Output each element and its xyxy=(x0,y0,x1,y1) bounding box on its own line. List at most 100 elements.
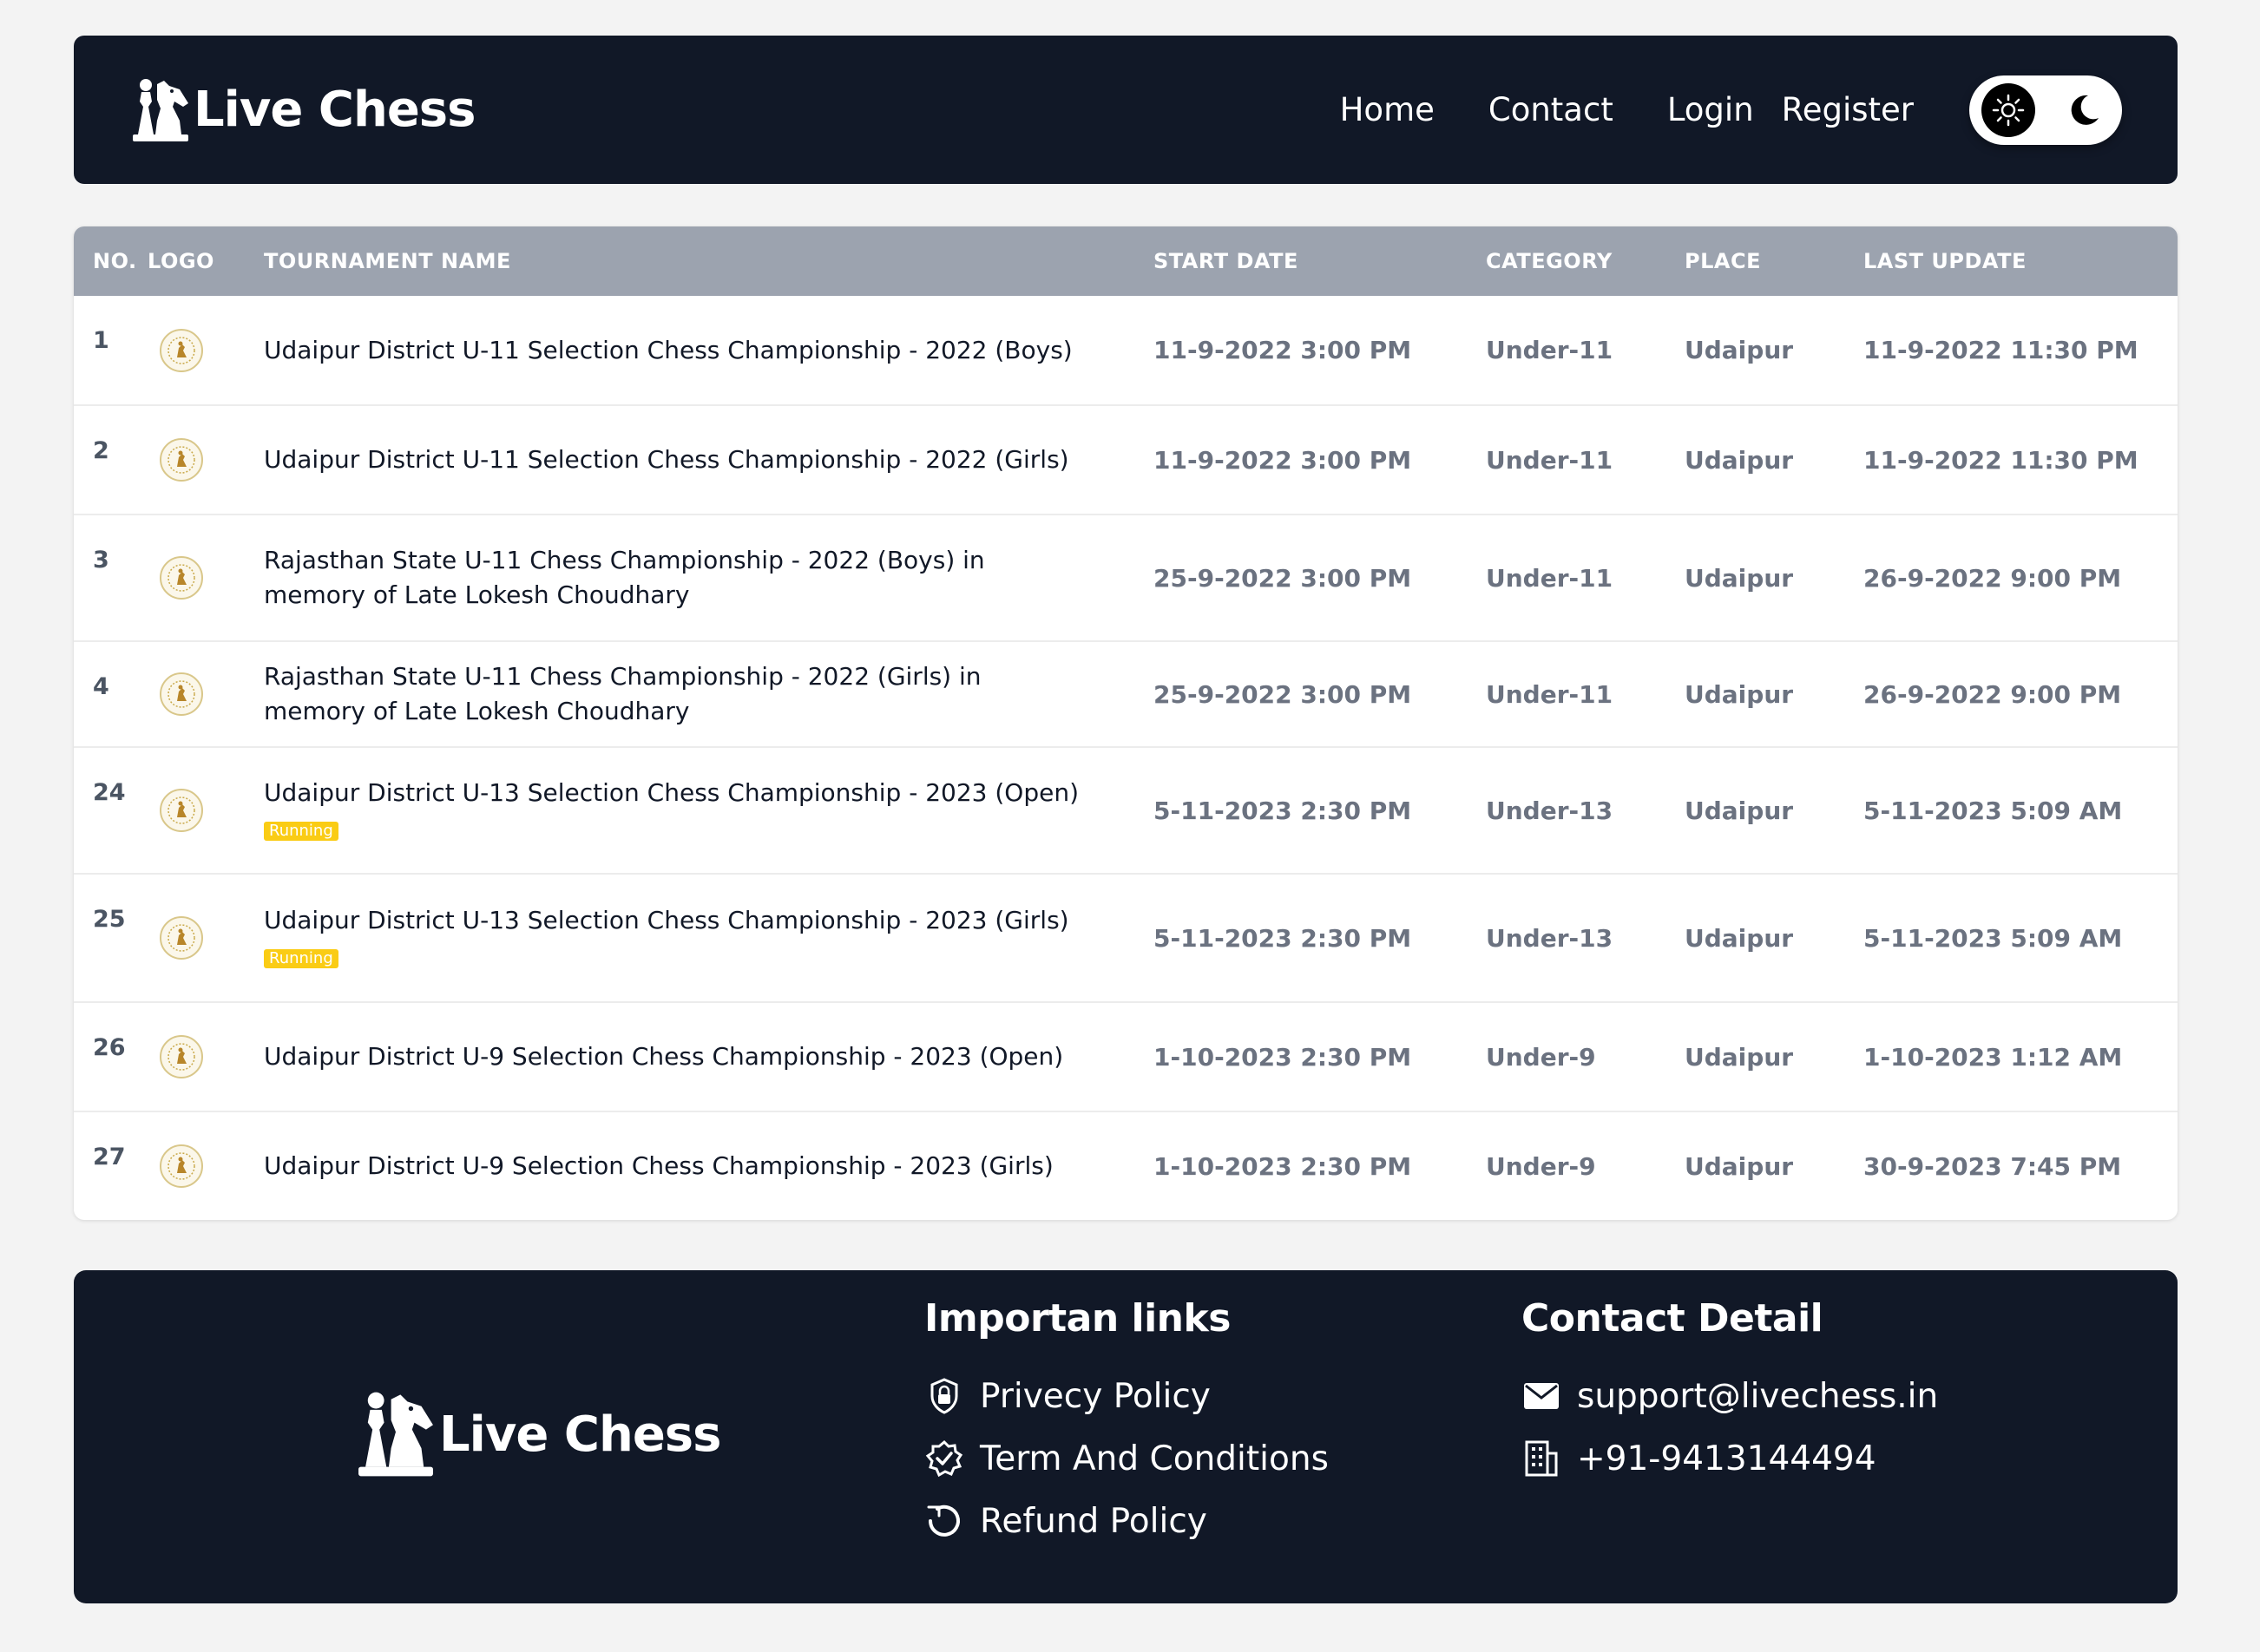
tournament-name-cell[interactable]: Udaipur District U-9 Selection Chess Cha… xyxy=(264,1111,1153,1220)
table-row[interactable]: 24 Udaipur District U-13 Selection Chess … xyxy=(74,747,2178,874)
tournament-name[interactable]: Udaipur District U-11 Selection Chess Ch… xyxy=(264,442,1084,477)
table-row[interactable]: 26 Udaipur District U-9 Selection Chess C… xyxy=(74,1002,2178,1111)
footer-brand-name: Live Chess xyxy=(439,1406,721,1463)
privacy-policy-label: Privecy Policy xyxy=(980,1376,1211,1416)
table-row[interactable]: 25 Udaipur District U-13 Selection Chess … xyxy=(74,874,2178,1002)
place: Udaipur xyxy=(1685,336,1794,364)
row-number: 24 xyxy=(93,779,126,806)
phone-text: +91-9413144494 xyxy=(1577,1439,1876,1478)
table-row[interactable]: 2 Udaipur District U-11 Selection Chess C… xyxy=(74,405,2178,515)
last-update: 5-11-2023 5:09 AM xyxy=(1863,796,2123,825)
col-header-start-date[interactable]: START DATE xyxy=(1153,226,1486,296)
row-logo-cell xyxy=(148,515,264,641)
row-number: 1 xyxy=(93,327,109,354)
nav-contact-link[interactable]: Contact xyxy=(1488,91,1613,128)
category: Under-9 xyxy=(1486,1042,1596,1072)
row-logo-cell xyxy=(148,405,264,515)
col-header-no[interactable]: NO. xyxy=(74,226,148,296)
building-icon xyxy=(1521,1439,1561,1478)
association-logo-icon xyxy=(160,556,203,600)
place: Udaipur xyxy=(1685,923,1794,953)
start-date: 25-9-2022 3:00 PM xyxy=(1153,679,1412,709)
row-number: 4 xyxy=(93,673,109,700)
row-logo-cell xyxy=(148,1111,264,1220)
row-number: 27 xyxy=(93,1144,126,1170)
chess-pieces-icon xyxy=(133,78,188,141)
tournament-name[interactable]: Rajasthan State U-11 Chess Championship … xyxy=(264,543,1084,613)
moon-icon[interactable] xyxy=(2063,89,2105,131)
place: Udaipur xyxy=(1685,563,1794,593)
col-header-place[interactable]: PLACE xyxy=(1685,226,1863,296)
brand-logo-link[interactable]: Live Chess xyxy=(131,77,476,143)
privacy-policy-link[interactable]: Privecy Policy xyxy=(924,1365,1329,1427)
refund-icon xyxy=(924,1501,964,1541)
tournament-name[interactable]: Udaipur District U-13 Selection Chess Ch… xyxy=(264,776,1084,810)
tournament-name[interactable]: Udaipur District U-11 Selection Chess Ch… xyxy=(264,333,1084,368)
place: Udaipur xyxy=(1685,679,1794,709)
footer: Live Chess Importan links Privecy Policy xyxy=(74,1270,2178,1603)
row-logo-cell xyxy=(148,296,264,405)
table-row[interactable]: 3 Rajasthan State U-11 Chess Championship… xyxy=(74,515,2178,641)
last-update: 11-9-2022 11:30 PM xyxy=(1863,445,2138,475)
chess-pieces-icon xyxy=(358,1392,433,1477)
association-logo-icon xyxy=(160,1035,203,1078)
row-number: 26 xyxy=(93,1034,126,1061)
association-logo-icon xyxy=(160,328,203,372)
theme-toggle[interactable] xyxy=(1969,75,2122,145)
tournament-name-cell[interactable]: Udaipur District U-13 Selection Chess Ch… xyxy=(264,747,1153,874)
status-badge: Running xyxy=(264,949,338,968)
terms-label: Term And Conditions xyxy=(980,1439,1329,1478)
category: Under-11 xyxy=(1486,445,1613,475)
row-logo-cell xyxy=(148,874,264,1002)
footer-contact-heading: Contact Detail xyxy=(1521,1296,1823,1341)
nav-login-link[interactable]: Login xyxy=(1667,91,1754,128)
start-date: 11-9-2022 3:00 PM xyxy=(1153,445,1412,475)
col-header-last-update[interactable]: LAST UPDATE xyxy=(1863,226,2178,296)
start-date: 11-9-2022 3:00 PM xyxy=(1153,336,1412,364)
badge-check-icon xyxy=(924,1439,964,1478)
refund-policy-link[interactable]: Refund Policy xyxy=(924,1490,1329,1552)
nav-register-link[interactable]: Register xyxy=(1782,91,1914,128)
table-header: NO. LOGO TOURNAMENT NAME START DATE CATE… xyxy=(74,226,2178,296)
tournament-name-cell[interactable]: Rajasthan State U-11 Chess Championship … xyxy=(264,641,1153,747)
terms-link[interactable]: Term And Conditions xyxy=(924,1427,1329,1490)
table-row[interactable]: 1 Udaipur District U-11 Selection Chess C… xyxy=(74,296,2178,405)
col-header-name[interactable]: TOURNAMENT NAME xyxy=(264,226,1153,296)
col-header-category[interactable]: CATEGORY xyxy=(1486,226,1685,296)
association-logo-icon xyxy=(160,789,203,832)
phone-link[interactable]: +91-9413144494 xyxy=(1521,1427,1938,1490)
tournament-name-cell[interactable]: Udaipur District U-13 Selection Chess Ch… xyxy=(264,874,1153,1002)
col-header-logo[interactable]: LOGO xyxy=(148,226,264,296)
tournament-name-cell[interactable]: Rajasthan State U-11 Chess Championship … xyxy=(264,515,1153,641)
tournament-table: NO. LOGO TOURNAMENT NAME START DATE CATE… xyxy=(74,226,2178,1220)
envelope-icon xyxy=(1521,1376,1561,1416)
table-row[interactable]: 27 Udaipur District U-9 Selection Chess C… xyxy=(74,1111,2178,1220)
row-number: 25 xyxy=(93,906,126,933)
category: Under-13 xyxy=(1486,796,1613,825)
tournament-name-cell[interactable]: Udaipur District U-9 Selection Chess Cha… xyxy=(264,1002,1153,1111)
status-badge: Running xyxy=(264,822,338,841)
category: Under-11 xyxy=(1486,336,1613,364)
shield-lock-icon xyxy=(924,1376,964,1416)
tournament-name[interactable]: Udaipur District U-9 Selection Chess Cha… xyxy=(264,1039,1084,1074)
tournament-name[interactable]: Udaipur District U-13 Selection Chess Ch… xyxy=(264,903,1084,938)
email-text: support@livechess.in xyxy=(1577,1376,1939,1416)
sun-icon[interactable] xyxy=(1981,82,2035,137)
tournament-name-cell[interactable]: Udaipur District U-11 Selection Chess Ch… xyxy=(264,405,1153,515)
nav-home-link[interactable]: Home xyxy=(1340,91,1435,128)
association-logo-icon xyxy=(160,916,203,960)
tournament-name[interactable]: Rajasthan State U-11 Chess Championship … xyxy=(264,659,1084,729)
footer-brand: Live Chess xyxy=(356,1390,721,1478)
tournament-name[interactable]: Udaipur District U-9 Selection Chess Cha… xyxy=(264,1149,1084,1183)
footer-links-heading: Importan links xyxy=(924,1296,1231,1341)
category: Under-9 xyxy=(1486,1151,1596,1181)
association-logo-icon xyxy=(160,1144,203,1188)
place: Udaipur xyxy=(1685,796,1794,825)
refund-policy-label: Refund Policy xyxy=(980,1501,1207,1541)
tournament-name-cell[interactable]: Udaipur District U-11 Selection Chess Ch… xyxy=(264,296,1153,405)
email-link[interactable]: support@livechess.in xyxy=(1521,1365,1938,1427)
last-update: 30-9-2023 7:45 PM xyxy=(1863,1151,2122,1181)
tournament-table-card: NO. LOGO TOURNAMENT NAME START DATE CATE… xyxy=(74,226,2178,1220)
last-update: 26-9-2022 9:00 PM xyxy=(1863,679,2122,709)
table-row[interactable]: 4 Rajasthan State U-11 Chess Championship… xyxy=(74,641,2178,747)
